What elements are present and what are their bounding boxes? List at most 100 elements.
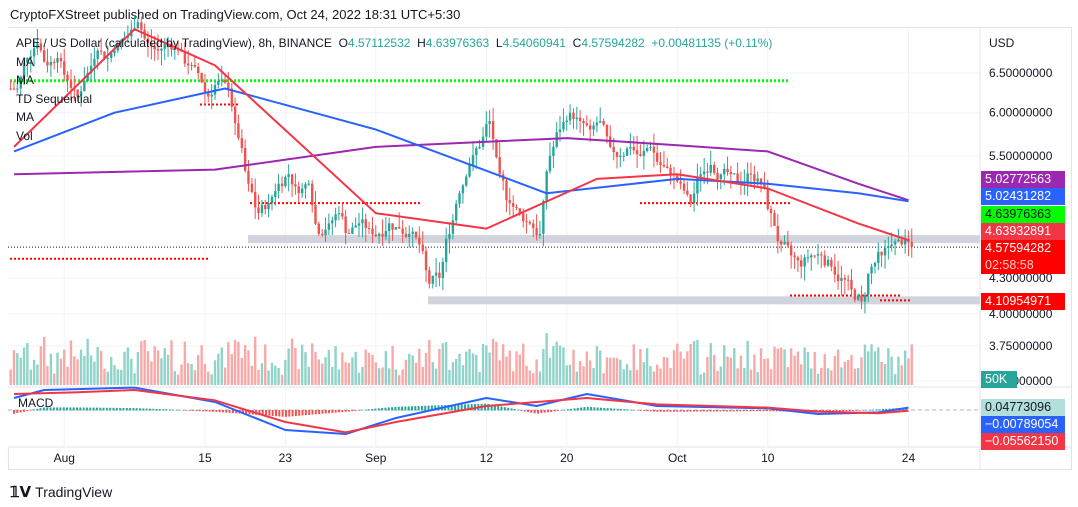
macd-histogram-bar — [334, 410, 337, 413]
symbol-line[interactable]: APE / US Dollar (calculated by TradingVi… — [16, 34, 772, 53]
macd-histogram-bar — [271, 410, 274, 416]
macd-histogram-bar — [716, 410, 719, 412]
volume-bar — [635, 369, 639, 385]
macd-histogram-bar — [72, 407, 75, 411]
volume-bar — [605, 357, 609, 385]
candle — [444, 238, 448, 262]
volume-bar — [455, 358, 458, 385]
macd-histogram-bar — [16, 410, 19, 414]
macd-histogram-bar — [314, 410, 317, 415]
indicator-ma-3[interactable]: MA — [16, 108, 772, 127]
volume-bar — [867, 351, 870, 385]
volume-bar — [387, 368, 391, 385]
indicator-ma-2[interactable]: MA — [16, 71, 772, 90]
volume-bar — [659, 368, 662, 385]
candle — [726, 168, 729, 173]
macd-histogram-bar — [324, 410, 327, 414]
volume-bar — [766, 358, 769, 385]
candle — [287, 174, 290, 177]
volume-bar — [816, 373, 820, 385]
macd-histogram-bar — [112, 407, 115, 411]
volume-bar — [465, 351, 468, 385]
time-tick: 15 — [198, 451, 212, 465]
volume-bar — [431, 361, 434, 385]
time-tick: Aug — [54, 451, 75, 465]
macd-histogram-bar — [726, 410, 729, 412]
macd-histogram-bar — [301, 410, 304, 416]
volume-bar — [810, 368, 813, 385]
macd-value-label: 0.04773096 — [981, 399, 1065, 416]
volume-bar — [156, 350, 160, 385]
volume-bar — [595, 346, 599, 385]
volume-bar — [93, 361, 96, 385]
candle — [300, 188, 304, 194]
high-value: 4.63976363 — [425, 36, 490, 50]
volume-bar — [96, 346, 99, 385]
candle — [867, 273, 870, 295]
macd-histogram-bar — [284, 410, 287, 417]
volume-bar — [639, 348, 642, 385]
macd-histogram-bar — [706, 410, 709, 412]
volume-bar — [545, 333, 548, 385]
macd-histogram-bar — [676, 410, 679, 412]
candle — [656, 152, 659, 162]
volume-bar — [367, 352, 371, 385]
macd-histogram-bar — [397, 406, 400, 411]
macd-histogram-bar — [341, 410, 344, 413]
volume-bar — [585, 351, 589, 385]
macd-histogram-bar — [407, 406, 410, 411]
candle — [820, 254, 823, 256]
candle — [836, 274, 840, 281]
macd-histogram-bar — [211, 410, 214, 412]
volume-bar — [12, 350, 16, 385]
volume-bar — [645, 348, 649, 385]
macd-histogram-bar — [759, 410, 762, 412]
macd-histogram-bar — [623, 409, 626, 411]
candle — [478, 146, 481, 149]
macd-histogram-bar — [842, 410, 845, 412]
volume-bar — [719, 366, 722, 385]
volume-bar — [592, 367, 595, 385]
candle — [267, 203, 270, 210]
candle — [880, 251, 883, 256]
macd-value-label: −0.05562150 — [981, 433, 1065, 450]
open-label: O — [338, 36, 348, 50]
volume-bar — [887, 348, 890, 385]
indicator-ma-1[interactable]: MA — [16, 53, 772, 72]
candle — [689, 194, 692, 204]
indicator-td-sequential[interactable]: TD Sequential — [16, 90, 772, 109]
volume-bar — [247, 350, 250, 385]
tradingview-logo[interactable]: 𝟙𝗩 TradingView — [10, 483, 112, 501]
macd-label[interactable]: MACD — [18, 396, 53, 410]
volume-bar — [783, 349, 786, 385]
volume-bar — [421, 366, 424, 385]
indicator-volume[interactable]: Vol — [16, 127, 772, 146]
candle — [666, 166, 669, 168]
macd-histogram-bar — [291, 410, 294, 417]
candle — [334, 214, 337, 221]
candle — [639, 154, 642, 156]
candle — [424, 251, 428, 271]
volume-bar — [411, 355, 414, 385]
candle — [404, 233, 408, 237]
macd-histogram-bar — [503, 407, 506, 411]
volume-bar — [351, 357, 354, 385]
macd-histogram-bar — [89, 407, 92, 411]
volume-bar — [250, 365, 254, 385]
macd-histogram-bar — [500, 406, 503, 411]
macd-histogram-bar — [679, 410, 682, 412]
volume-label: 50K — [981, 371, 1017, 388]
macd-histogram-bar — [148, 408, 151, 411]
volume-bar — [150, 361, 153, 385]
volume-bar — [22, 347, 26, 385]
volume-bar — [337, 369, 341, 385]
candle — [682, 183, 686, 191]
candle — [465, 176, 468, 186]
macd-histogram-bar — [85, 407, 88, 411]
volume-bar — [736, 368, 739, 385]
candle — [294, 184, 297, 187]
macd-histogram-bar — [228, 410, 231, 413]
low-label: L — [495, 36, 503, 50]
volume-bar — [535, 359, 538, 385]
macd-histogram-bar — [613, 408, 616, 411]
